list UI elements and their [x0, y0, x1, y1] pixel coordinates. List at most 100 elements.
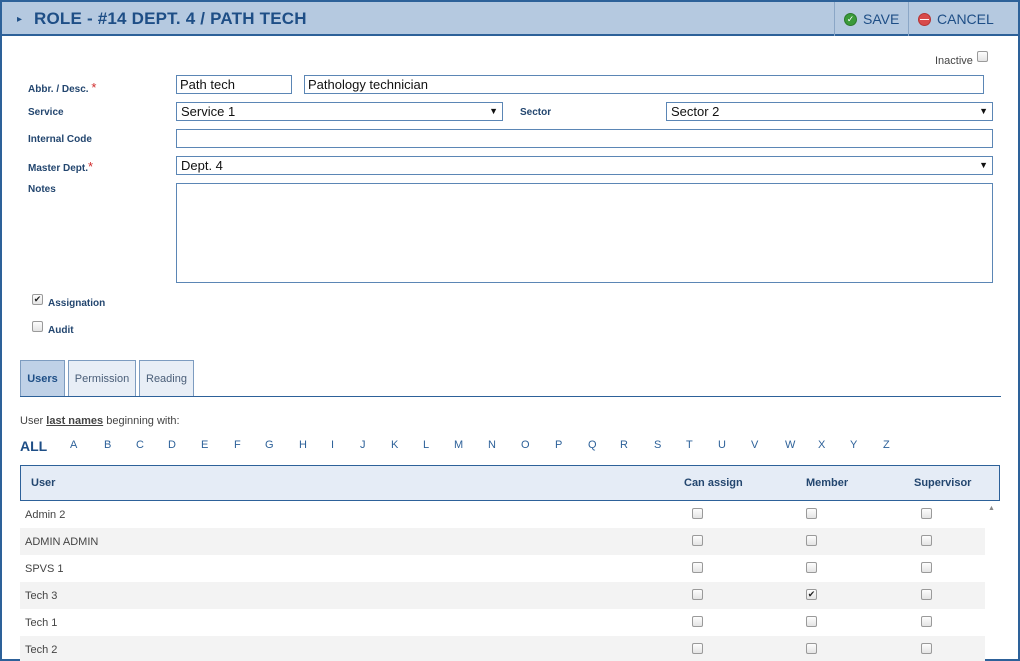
can-assign-checkbox[interactable]: [692, 616, 703, 627]
user-name-cell: Tech 1: [25, 617, 58, 629]
column-member[interactable]: Member: [806, 477, 848, 489]
filter-caption-suffix: beginning with:: [103, 415, 180, 427]
minus-circle-icon: —: [918, 12, 931, 26]
scroll-up-arrow-icon[interactable]: ▲: [988, 505, 995, 512]
master-dept-select[interactable]: Dept. 4 ▼: [176, 156, 993, 175]
supervisor-checkbox[interactable]: [921, 508, 932, 519]
table-row: Admin 2: [20, 501, 985, 528]
audit-checkbox[interactable]: [32, 321, 43, 332]
assignation-checkbox[interactable]: ✔: [32, 294, 43, 305]
table-row: ADMIN ADMIN: [20, 528, 985, 555]
caret-down-icon: ▼: [979, 160, 988, 170]
last-names-link[interactable]: last names: [46, 415, 103, 427]
letter-filter-u[interactable]: U: [718, 439, 726, 451]
master-dept-selected-value: Dept. 4: [181, 158, 223, 173]
abbr-input[interactable]: Path tech: [176, 75, 292, 94]
letter-filter-h[interactable]: H: [299, 439, 307, 451]
letter-filter-z[interactable]: Z: [883, 439, 890, 451]
letter-filter-x[interactable]: X: [818, 439, 825, 451]
letter-filter-m[interactable]: M: [454, 439, 463, 451]
supervisor-checkbox[interactable]: [921, 616, 932, 627]
letter-filter-all[interactable]: ALL: [20, 438, 47, 454]
letter-filter-l[interactable]: L: [423, 439, 429, 451]
can-assign-checkbox[interactable]: [692, 589, 703, 600]
check-circle-icon: ✓: [844, 12, 857, 26]
letter-filter-b[interactable]: B: [104, 439, 111, 451]
inactive-label: Inactive: [935, 55, 973, 67]
letter-filter-c[interactable]: C: [136, 439, 144, 451]
member-checkbox[interactable]: [806, 535, 817, 546]
notes-textarea[interactable]: [176, 183, 993, 283]
notes-label: Notes: [28, 184, 56, 195]
supervisor-checkbox[interactable]: [921, 535, 932, 546]
letter-filter-g[interactable]: G: [265, 439, 274, 451]
can-assign-checkbox[interactable]: [692, 508, 703, 519]
letter-filter-p[interactable]: P: [555, 439, 562, 451]
caret-down-icon: ▼: [979, 106, 988, 116]
column-can-assign[interactable]: Can assign: [684, 477, 743, 489]
can-assign-checkbox[interactable]: [692, 535, 703, 546]
letter-filter-r[interactable]: R: [620, 439, 628, 451]
user-name-cell: Tech 3: [25, 590, 58, 602]
save-label: SAVE: [863, 11, 900, 27]
sector-select[interactable]: Sector 2 ▼: [666, 102, 993, 121]
letter-filter-e[interactable]: E: [201, 439, 208, 451]
letter-filter-v[interactable]: V: [751, 439, 758, 451]
table-row: Tech 1: [20, 609, 985, 636]
letter-filter-i[interactable]: I: [331, 439, 334, 451]
letter-filter-t[interactable]: T: [686, 439, 693, 451]
letter-filter-d[interactable]: D: [168, 439, 176, 451]
users-grid-header: User Can assign Member Supervisor: [20, 465, 1000, 501]
cancel-label: CANCEL: [937, 11, 994, 27]
can-assign-checkbox[interactable]: [692, 643, 703, 654]
letter-filter-q[interactable]: Q: [588, 439, 597, 451]
caret-down-icon: ▼: [489, 106, 498, 116]
user-name-cell: SPVS 1: [25, 563, 64, 575]
service-select[interactable]: Service 1 ▼: [176, 102, 503, 121]
member-checkbox[interactable]: [806, 643, 817, 654]
tab-permission[interactable]: Permission: [68, 360, 136, 397]
letter-filter-o[interactable]: O: [521, 439, 530, 451]
tab-users[interactable]: Users: [20, 360, 65, 397]
supervisor-checkbox[interactable]: [921, 562, 932, 573]
member-checkbox[interactable]: [806, 508, 817, 519]
table-row: Tech 3 ✔: [20, 582, 985, 609]
tab-reading[interactable]: Reading: [139, 360, 194, 397]
member-checkbox[interactable]: [806, 616, 817, 627]
supervisor-checkbox[interactable]: [921, 589, 932, 600]
table-row: Tech 2: [20, 636, 985, 661]
tab-underline: [20, 396, 1001, 397]
column-supervisor[interactable]: Supervisor: [914, 477, 971, 489]
letter-filter-f[interactable]: F: [234, 439, 241, 451]
letter-filter-y[interactable]: Y: [850, 439, 857, 451]
chevron-right-icon: ▸: [17, 14, 23, 25]
letter-filter-j[interactable]: J: [360, 439, 366, 451]
supervisor-checkbox[interactable]: [921, 643, 932, 654]
save-button[interactable]: ✓ SAVE: [834, 2, 908, 36]
required-marker: *: [88, 159, 94, 174]
letter-filter-k[interactable]: K: [391, 439, 398, 451]
required-marker: *: [91, 80, 97, 95]
letter-filter-n[interactable]: N: [488, 439, 496, 451]
internal-code-input[interactable]: [176, 129, 993, 148]
can-assign-checkbox[interactable]: [692, 562, 703, 573]
sector-selected-value: Sector 2: [671, 104, 720, 119]
abbr-desc-label: Abbr. / Desc. *: [28, 80, 97, 95]
column-user[interactable]: User: [31, 477, 55, 489]
cancel-button[interactable]: — CANCEL: [908, 2, 1020, 36]
filter-caption: User last names beginning with:: [20, 415, 180, 427]
master-dept-label: Master Dept.*: [28, 159, 94, 174]
member-checkbox[interactable]: ✔: [806, 589, 817, 600]
member-checkbox[interactable]: [806, 562, 817, 573]
description-input[interactable]: Pathology technician: [304, 75, 984, 94]
letter-filter-w[interactable]: W: [785, 439, 795, 451]
service-selected-value: Service 1: [181, 104, 236, 119]
letter-filter-s[interactable]: S: [654, 439, 661, 451]
title-bar: ▸ ROLE - #14 DEPT. 4 / PATH TECH ✓ SAVE …: [0, 0, 1020, 36]
inactive-checkbox[interactable]: [977, 51, 988, 62]
service-label: Service: [28, 107, 64, 118]
user-name-cell: Admin 2: [25, 509, 66, 521]
filter-caption-prefix: User: [20, 415, 47, 427]
letter-filter-a[interactable]: A: [70, 439, 77, 451]
sector-label: Sector: [520, 107, 552, 118]
